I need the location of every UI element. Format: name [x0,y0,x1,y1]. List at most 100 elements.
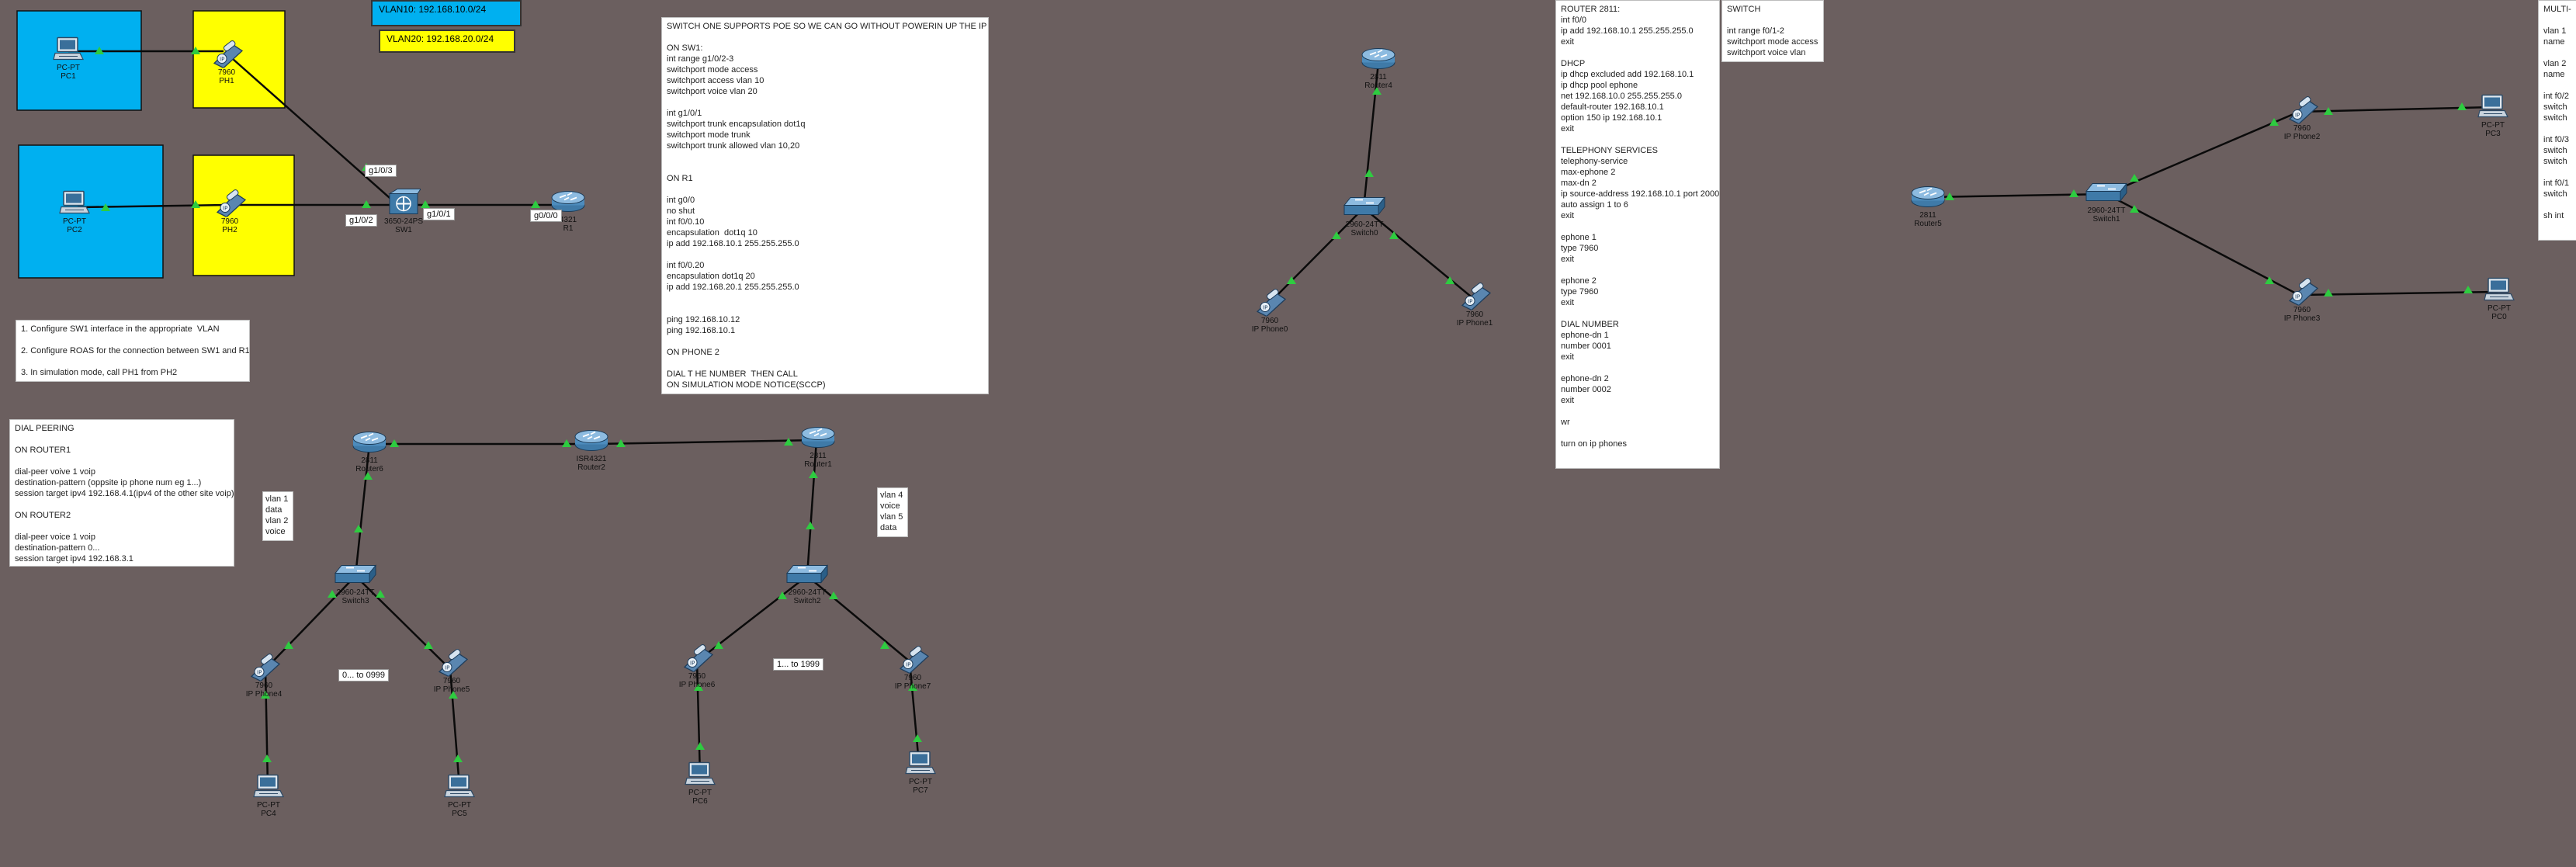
device-phone0[interactable]: IP [1253,289,1287,321]
router-icon [352,432,387,457]
device-name: Router6 [355,465,383,473]
device-pc1[interactable] [53,36,84,67]
device-router2[interactable] [574,429,609,456]
device-model: 2960-24TT [788,588,827,597]
device-label-pc6: PC-PT PC6 [688,789,712,806]
svg-text:IP: IP [445,665,449,671]
router-icon [800,427,836,453]
device-phone1[interactable]: IP [1458,283,1492,314]
device-phone3[interactable]: IP [2285,278,2319,310]
device-ph1[interactable]: IP [210,40,244,72]
device-label-r1: 4321 R1 [560,216,577,233]
device-pc0[interactable] [2484,277,2515,307]
port-label-g102[interactable]: g1/0/2 [345,214,377,227]
device-name: IP Phone7 [894,682,931,691]
range-left-label[interactable]: 0... to 0999 [338,669,390,681]
port-label-g101[interactable]: g1/0/1 [423,208,455,220]
device-name: Switch3 [342,597,369,605]
device-pc6[interactable] [685,761,716,792]
switch-icon [2085,182,2128,206]
device-model: PC-PT [2488,304,2511,313]
device-model: PC-PT [63,217,86,226]
device-router6[interactable] [352,431,387,458]
device-label-ipphone5: 7960 IP Phone5 [434,677,470,694]
note-dial-peering[interactable]: DIAL PEERING ON ROUTER1 dial-peer voive … [9,419,234,567]
device-model: 7960 [688,672,706,681]
device-model: 2960-24TT [336,588,375,597]
device-label-ipphone7: 7960 IP Phone7 [895,674,931,691]
device-router5[interactable] [1910,186,1946,213]
device-name: Router5 [1914,220,1942,228]
pc2-area [18,144,164,279]
device-model: 2811 [810,452,827,460]
device-label-pc3: PC-PT PC3 [2481,121,2505,138]
device-ipphone7[interactable]: IP [896,646,930,678]
note-tasks[interactable]: 1. Configure SW1 interface in the approp… [16,320,250,382]
device-ipphone6[interactable]: IP [680,644,714,676]
device-model: PC-PT [688,789,712,797]
device-label-pc0: PC-PT PC0 [2488,304,2511,321]
device-name: IP Phone1 [1456,319,1493,328]
svg-text:IP: IP [1468,299,1472,305]
device-ipphone4[interactable]: IP [247,654,281,685]
device-label-ipphone4: 7960 IP Phone4 [246,681,283,699]
device-name: PC4 [261,810,276,818]
device-name: IP Phone6 [678,681,716,689]
note-router2811-config[interactable]: ROUTER 2811: int f0/0 ip add 192.168.10.… [1555,0,1720,469]
svg-text:IP: IP [257,670,262,676]
device-model: 4321 [559,216,577,224]
device-name: PC0 [2491,313,2507,321]
device-ph2[interactable]: IP [213,189,247,221]
router-icon [574,430,609,456]
device-label-phone3: 7960 IP Phone3 [2284,306,2321,323]
device-name: PC7 [913,786,928,795]
device-pc5[interactable] [444,774,475,804]
vlan10-label[interactable]: VLAN10: 192.168.10.0/24 [371,0,522,26]
vlan-info-left[interactable]: vlan 1 data vlan 2 voice [262,491,293,541]
device-model: PC-PT [909,778,932,786]
device-label-router6: 2811 Router6 [355,456,383,473]
device-label-sw1: 3650-24PS SW1 [384,217,423,234]
device-model: ISR4321 [576,455,607,463]
vlan-info-right[interactable]: vlan 4 voice vlan 5 data [877,487,908,537]
device-model: 3650-24PS [383,217,424,226]
device-model: 2811 [361,456,378,465]
port-label-g103[interactable]: g1/0/3 [365,165,397,177]
device-name: Switch0 [1350,229,1378,238]
device-label-switch0: 2960-24TT Switch0 [1346,220,1384,238]
port-label-g000[interactable]: g0/0/0 [530,210,562,222]
device-label-router1: 2811 Router1 [804,452,832,469]
device-pc7[interactable] [905,751,936,781]
note-multi-config[interactable]: MULTI- vlan 1 name vlan 2 name int f0/2 … [2538,0,2576,241]
note-switch-one-config[interactable]: SWITCH ONE SUPPORTS POE SO WE CAN GO WIT… [661,17,989,394]
device-label-pc2: PC-PT PC2 [63,217,86,234]
device-name: PC2 [67,226,82,234]
device-switch2[interactable] [785,564,829,588]
device-ipphone5[interactable]: IP [435,649,469,681]
device-label-pc1: PC-PT PC1 [57,64,80,81]
switch-icon [785,564,829,588]
device-pc3[interactable] [2477,94,2508,124]
vlan20-label[interactable]: VLAN20: 192.168.20.0/24 [379,29,515,53]
device-router1[interactable] [800,426,836,453]
links [68,50,2498,788]
device-label-pc4: PC-PT PC4 [257,801,280,818]
device-pc2[interactable] [59,190,90,220]
device-name: IP Phone2 [2283,133,2321,141]
device-label-phone1: 7960 IP Phone1 [1457,310,1493,328]
switch-icon [334,564,377,588]
device-switch3[interactable] [334,564,377,588]
device-name: PH2 [222,226,237,234]
device-phone2[interactable]: IP [2285,96,2319,128]
note-switch-config[interactable]: SWITCH int range f0/1-2 switchport mode … [1721,0,1824,62]
device-switch0[interactable] [1343,196,1386,220]
device-label-phone0: 7960 IP Phone0 [1252,317,1288,334]
device-pc4[interactable] [253,774,284,804]
range-right-label[interactable]: 1... to 1999 [773,658,824,671]
switch-icon [1343,196,1386,220]
device-name: Switch2 [793,597,821,605]
device-switch1[interactable] [2085,182,2128,206]
device-label-phone2: 7960 IP Phone2 [2284,124,2321,141]
device-label-router5: 2811 Router5 [1914,211,1942,228]
device-router4[interactable] [1361,47,1396,75]
